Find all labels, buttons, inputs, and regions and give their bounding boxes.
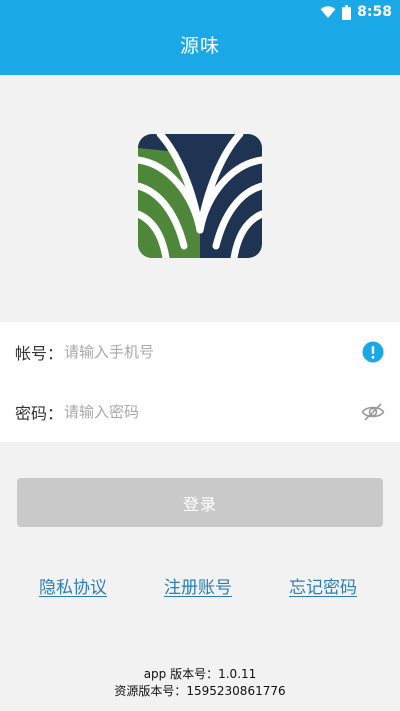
info-icon[interactable] [361,340,385,364]
app-version: app 版本号：1.0.11 [143,667,257,681]
header-bar: 8:58 源味 [0,0,400,75]
account-row: 帐号： [0,322,400,382]
status-time: 8:58 [357,4,392,20]
account-label: 帐号： [15,344,64,363]
battery-icon [342,4,352,20]
login-button[interactable]: 登录 [17,478,383,527]
password-label: 密码： [15,404,64,423]
privacy-link[interactable]: 隐私协议 [39,573,107,598]
password-row: 密码： [0,382,400,442]
wifi-icon [320,5,336,19]
register-link[interactable]: 注册账号 [164,573,232,598]
links-row: 隐私协议 注册账号 忘记密码 [0,573,400,599]
forgot-password-link[interactable]: 忘记密码 [289,573,357,598]
status-bar: 8:58 [320,2,392,22]
resource-version: 资源版本号：1595230861776 [114,684,286,698]
version-info: app 版本号：1.0.11 资源版本号：1595230861776 [0,666,400,700]
password-input[interactable] [64,397,344,427]
page-title: 源味 [179,35,220,57]
login-form: 帐号： 密码： [0,322,400,442]
login-screen: 8:58 源味 帐号： 请输入手机号 密码： 登录 隐私协议 注册账号 忘记密码… [0,0,400,711]
app-logo [138,134,262,258]
eye-hidden-icon[interactable] [361,400,385,424]
account-input[interactable] [64,337,344,367]
